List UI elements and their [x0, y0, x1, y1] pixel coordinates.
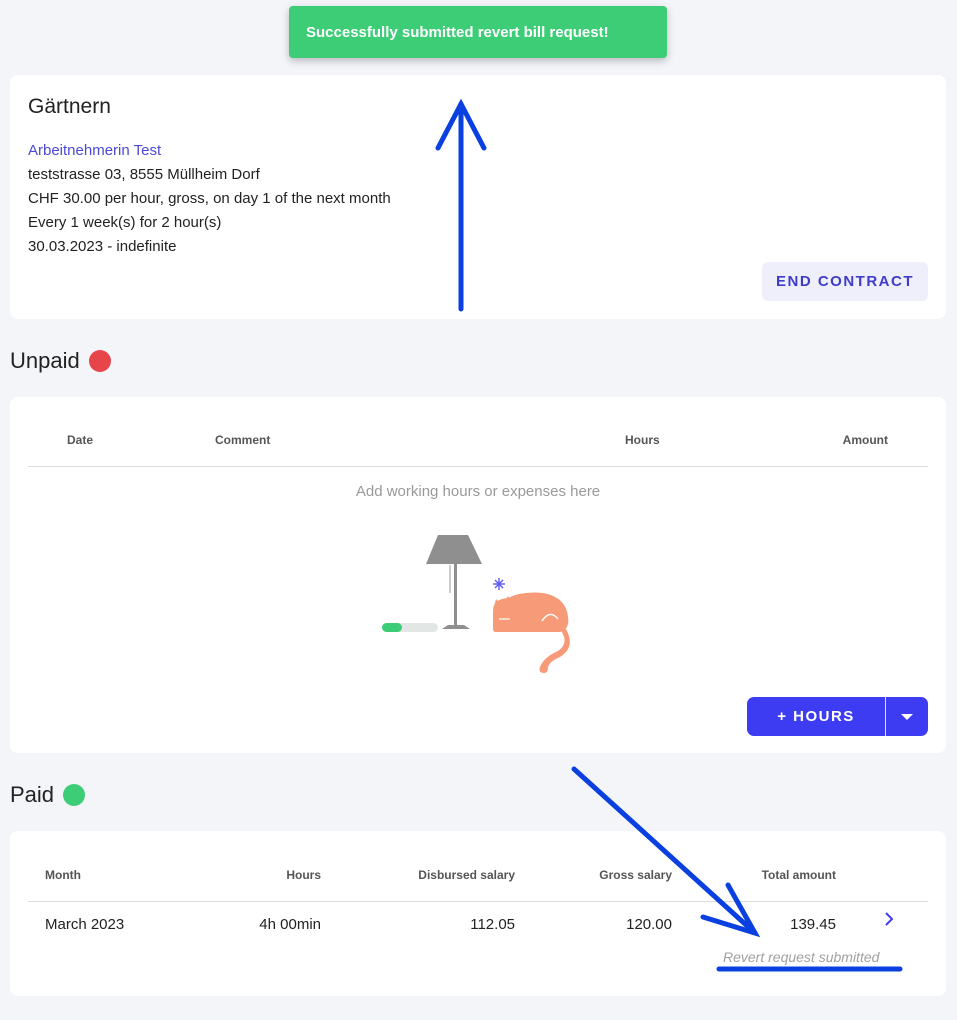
column-header-month: Month	[45, 868, 81, 882]
row-gross-salary: 120.00	[626, 916, 672, 933]
contract-period: 30.03.2023 - indefinite	[28, 238, 177, 255]
column-header-disbursed-salary: Disbursed salary	[418, 868, 515, 882]
chevron-right-icon[interactable]	[882, 911, 896, 927]
revert-status-note: Revert request submitted	[723, 949, 880, 965]
paid-heading: Paid	[10, 782, 55, 807]
lamp-shade	[426, 535, 482, 564]
lamp-base	[442, 625, 470, 629]
column-header-hours: Hours	[286, 868, 321, 882]
empty-state-text: Add working hours or expenses here	[355, 483, 601, 500]
column-header-amount: Amount	[842, 433, 888, 447]
unpaid-card: Date Comment Hours Amount Add working ho…	[10, 397, 946, 753]
contract-title: Gärtnern	[28, 95, 111, 118]
paid-section-title: Paid	[10, 782, 86, 808]
end-contract-button[interactable]: END CONTRACT	[762, 262, 928, 301]
header-divider	[28, 466, 928, 467]
contract-schedule: Every 1 week(s) for 2 hour(s)	[28, 214, 222, 231]
row-disbursed-salary: 112.05	[470, 916, 515, 933]
column-header-hours: Hours	[625, 433, 660, 447]
success-toast: Successfully submitted revert bill reque…	[289, 6, 667, 58]
sparkle-icon	[493, 578, 505, 590]
add-hours-button[interactable]: + HOURS	[747, 697, 886, 736]
caret-down-icon	[901, 713, 913, 720]
toast-message: Successfully submitted revert bill reque…	[306, 23, 609, 41]
unpaid-status-dot	[88, 350, 111, 372]
lamp-cat-illustration	[382, 535, 570, 673]
column-header-total-amount: Total amount	[761, 868, 836, 882]
paid-card: Month Hours Disbursed salary Gross salar…	[10, 831, 946, 996]
contract-address: teststrasse 03, 8555 Müllheim Dorf	[28, 166, 260, 183]
row-month: March 2023	[45, 916, 125, 933]
row-hours: 4h 00min	[259, 916, 321, 933]
lamp-pole	[454, 564, 457, 628]
paid-status-dot	[63, 784, 86, 806]
cat-icon	[493, 592, 570, 673]
header-divider	[28, 901, 928, 902]
bar-fill	[382, 623, 402, 632]
column-header-date: Date	[67, 433, 94, 447]
column-header-comment: Comment	[215, 433, 271, 447]
row-total-amount: 139.45	[790, 916, 836, 933]
unpaid-heading: Unpaid	[10, 348, 80, 373]
add-hours-button-group: + HOURS	[747, 697, 928, 736]
column-header-gross-salary: Gross salary	[599, 868, 672, 882]
employee-link[interactable]: Arbeitnehmerin Test	[28, 139, 391, 163]
unpaid-section-title: Unpaid	[10, 348, 111, 374]
contract-details: Arbeitnehmerin Test teststrasse 03, 8555…	[28, 139, 391, 259]
contract-rate: CHF 30.00 per hour, gross, on day 1 of t…	[28, 190, 391, 207]
add-options-dropdown[interactable]	[886, 697, 928, 736]
contract-card: Gärtnern Arbeitnehmerin Test teststrasse…	[10, 75, 946, 319]
